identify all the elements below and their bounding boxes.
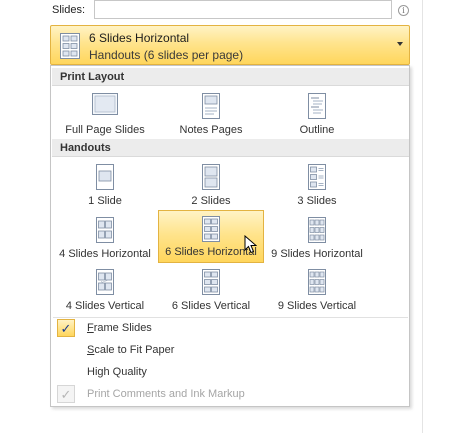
option-label: 6 Slides Vertical: [171, 300, 251, 312]
option-3-slides[interactable]: 3 Slides: [264, 159, 370, 211]
slides-label: Slides:: [52, 4, 86, 16]
check-label: High Quality: [87, 366, 147, 378]
nine-slides-horizontal-icon: [308, 217, 326, 246]
option-6-slides-horizontal[interactable]: 6 Slides Horizontal: [158, 210, 264, 263]
check-frame-slides[interactable]: ✓ Frame Slides: [53, 318, 408, 338]
option-label: Notes Pages: [179, 124, 243, 136]
option-label: 9 Slides Vertical: [277, 300, 357, 312]
print-layout-header: Print Layout: [52, 68, 409, 86]
option-label: 2 Slides: [191, 195, 231, 207]
option-9-slides-vertical[interactable]: 9 Slides Vertical: [264, 264, 370, 316]
six-slides-vertical-icon: [202, 269, 220, 298]
window-divider: [422, 0, 423, 433]
option-label: Outline: [299, 124, 335, 136]
option-4-slides-vertical[interactable]: 4 Slides Vertical: [52, 264, 158, 316]
six-slides-horizontal-icon: [60, 33, 80, 62]
chevron-down-icon: [397, 42, 403, 46]
option-9-slides-horizontal[interactable]: 9 Slides Horizontal: [264, 212, 370, 264]
info-icon[interactable]: i: [398, 5, 409, 16]
full-page-slide-icon: [92, 93, 118, 118]
dropdown-title: 6 Slides Horizontal: [89, 31, 190, 45]
option-outline[interactable]: Outline: [264, 88, 370, 140]
slides-input[interactable]: [94, 0, 392, 19]
option-label: 9 Slides Horizontal: [271, 248, 363, 260]
check-high-quality[interactable]: High Quality: [53, 362, 408, 382]
notes-pages-icon: [202, 93, 220, 122]
print-layout-menu: Print Layout Full Page Slides Notes Page…: [50, 65, 410, 407]
check-label: Print Comments and Ink Markup: [87, 388, 245, 400]
outline-icon: [308, 93, 326, 122]
three-slides-icon: [308, 164, 326, 193]
option-1-slide[interactable]: 1 Slide: [52, 159, 158, 211]
six-slides-horizontal-icon: [202, 216, 220, 245]
handouts-header: Handouts: [52, 139, 409, 157]
option-label: 3 Slides: [297, 195, 337, 207]
check-label: Scale to Fit Paper: [87, 344, 175, 356]
dropdown-subtitle: Handouts (6 slides per page): [89, 48, 244, 62]
option-label: 4 Slides Vertical: [65, 300, 145, 312]
option-full-page-slides[interactable]: Full Page Slides: [52, 88, 158, 140]
nine-slides-vertical-icon: [308, 269, 326, 298]
checkmark-icon: ✓: [57, 319, 75, 337]
option-notes-pages[interactable]: Notes Pages: [158, 88, 264, 140]
check-label: Frame Slides: [87, 322, 152, 334]
option-2-slides[interactable]: 2 Slides: [158, 159, 264, 211]
option-label: Full Page Slides: [65, 124, 145, 136]
mouse-pointer-icon: [244, 234, 258, 258]
checkmark-icon: ✓: [57, 385, 75, 403]
print-layout-dropdown[interactable]: 6 Slides Horizontal Handouts (6 slides p…: [50, 25, 410, 65]
four-slides-vertical-icon: [96, 269, 114, 298]
option-4-slides-horizontal[interactable]: 4 Slides Horizontal: [52, 212, 158, 264]
check-scale-to-fit[interactable]: Scale to Fit Paper: [53, 340, 408, 360]
option-label: 4 Slides Horizontal: [59, 248, 151, 260]
option-6-slides-vertical[interactable]: 6 Slides Vertical: [158, 264, 264, 316]
option-label: 1 Slide: [88, 195, 122, 207]
four-slides-horizontal-icon: [96, 217, 114, 246]
two-slides-icon: [202, 164, 220, 193]
check-print-comments: ✓ Print Comments and Ink Markup: [53, 384, 408, 404]
one-slide-icon: [96, 164, 114, 193]
